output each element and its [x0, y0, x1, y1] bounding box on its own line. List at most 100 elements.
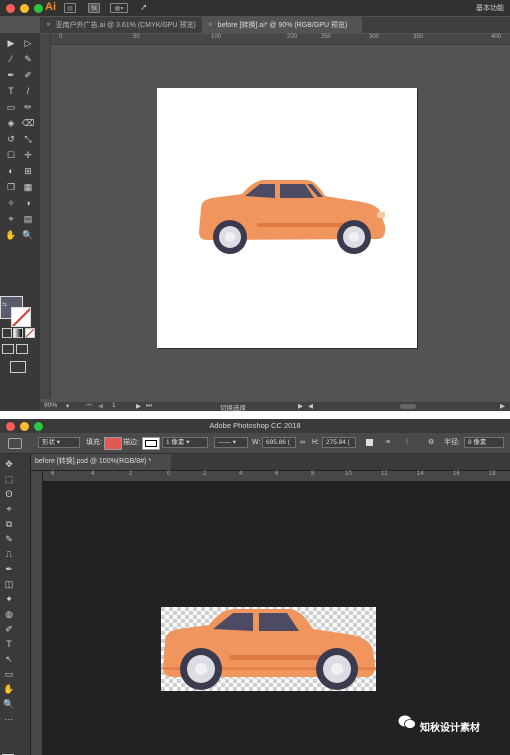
close-tab-icon[interactable]: × — [208, 20, 213, 29]
illustrator-tool-icon[interactable]: ▦ — [20, 181, 36, 193]
illustrator-tool-icon[interactable]: ⁄ — [3, 53, 19, 65]
illustrator-tool-icon[interactable]: ▷ — [20, 37, 36, 49]
stroke-width-field[interactable]: 1 像素 ▾ — [162, 437, 208, 448]
photoshop-tool-icon[interactable]: ◍ — [2, 608, 16, 620]
close-window-button[interactable] — [6, 422, 15, 431]
fill-color-swatch[interactable] — [104, 437, 122, 450]
first-page-icon[interactable]: ⏮ — [86, 402, 92, 410]
illustrator-tool-icon[interactable]: ❐ — [3, 181, 19, 193]
illustrator-tool-icon[interactable]: ✋ — [3, 229, 19, 241]
illustrator-artboard[interactable] — [157, 88, 417, 348]
shape-tool-icon[interactable] — [8, 438, 22, 449]
draw-behind-icon[interactable] — [16, 344, 28, 354]
tab-outdoor-ad[interactable]: × 亚南户外广告.ai @ 3.61% (CMYK/GPU 预览) — [40, 17, 200, 33]
settings-gear-icon[interactable]: ⚙ — [428, 437, 434, 448]
illustrator-tool-icon[interactable]: ▶ — [3, 37, 19, 49]
path-arrangement-icon[interactable]: ⁞ — [406, 437, 408, 448]
photoshop-tool-icon[interactable]: ⧉ — [2, 518, 16, 530]
illustrator-tool-icon[interactable]: ◑ — [20, 197, 36, 209]
arrange-documents-icon[interactable]: ▦▾ — [110, 3, 128, 13]
stroke-color-swatch[interactable] — [142, 437, 160, 450]
illustrator-tool-icon[interactable]: ✐ — [20, 69, 36, 81]
photoshop-tool-icon[interactable]: ✋ — [2, 683, 16, 695]
draw-normal-icon[interactable] — [2, 344, 14, 354]
scroll-right-icon[interactable]: ▶ — [500, 402, 505, 410]
status-tool-label[interactable]: 切换选择 — [220, 402, 246, 411]
page-number[interactable]: 1 — [112, 402, 116, 409]
vertical-ruler[interactable] — [40, 34, 51, 399]
none-mode-icon[interactable] — [25, 328, 35, 338]
illustrator-tool-icon[interactable]: ✛ — [20, 149, 36, 161]
illustrator-tool-icon[interactable]: ◐ — [3, 165, 19, 177]
horizontal-ruler[interactable]: 6 4 2 0 2 4 6 8 10 12 14 16 18 — [43, 471, 510, 481]
previous-page-icon[interactable]: ◀ — [98, 402, 103, 410]
photoshop-tool-icon[interactable]: ↖ — [2, 653, 16, 665]
tab-before-psd[interactable]: before [转换].psd @ 100%(RGB/8#) * — [31, 454, 171, 470]
illustrator-tool-icon[interactable]: ▤ — [20, 213, 36, 225]
color-mode-icon[interactable] — [2, 328, 12, 338]
stroke-type-select[interactable]: —— ▾ — [214, 437, 248, 448]
illustrator-tool-icon[interactable]: ◈ — [3, 117, 19, 129]
horizontal-ruler[interactable]: 0 50 100 200 250 300 350 400 — [51, 34, 510, 45]
photoshop-tool-icon[interactable]: ✐ — [2, 623, 16, 635]
vertical-ruler[interactable] — [31, 471, 42, 755]
workspace-switcher[interactable]: 基本功能 — [476, 3, 504, 13]
illustrator-tool-icon[interactable]: ↺ — [3, 133, 19, 145]
photoshop-tool-icon[interactable]: ⎍ — [2, 548, 16, 560]
tab-before-ai[interactable]: × before [转换].ai* @ 90% (RGB/GPU 预览) — [202, 17, 362, 33]
minimize-window-button[interactable] — [20, 4, 29, 13]
photoshop-tool-icon[interactable]: ▭ — [2, 668, 16, 680]
status-menu-icon[interactable]: ▶ — [298, 402, 303, 410]
photoshop-tool-icon[interactable]: ʘ — [2, 488, 16, 500]
screen-mode-icon[interactable] — [10, 361, 26, 373]
width-field[interactable]: 695.86 ( — [262, 437, 296, 448]
zoom-window-button[interactable] — [34, 4, 43, 13]
photoshop-tool-icon[interactable]: ✒ — [2, 563, 16, 575]
illustrator-tool-icon[interactable]: ⌫ — [20, 117, 36, 129]
shape-mode-select[interactable]: 形状 ▾ — [38, 437, 80, 448]
next-page-icon[interactable]: ▶ — [136, 402, 141, 410]
photoshop-tool-icon[interactable]: ✎ — [2, 533, 16, 545]
photoshop-tool-icon[interactable]: ✦ — [2, 593, 16, 605]
illustrator-tool-icon[interactable]: ☐ — [3, 149, 19, 161]
last-page-icon[interactable]: ⏭ — [146, 402, 152, 410]
stroke-color-swatch[interactable] — [11, 307, 31, 327]
zoom-window-button[interactable] — [34, 422, 43, 431]
photoshop-tool-icon[interactable]: ◫ — [2, 578, 16, 590]
horizontal-scrollbar-thumb[interactable] — [400, 404, 416, 409]
link-dimensions-icon[interactable]: ∞ — [300, 437, 305, 448]
stock-icon[interactable]: St — [88, 3, 100, 13]
home-icon[interactable]: ▤ — [64, 3, 76, 13]
illustrator-tool-icon[interactable]: 🔍 — [20, 229, 36, 241]
photoshop-tool-icon[interactable]: ⬚ — [2, 473, 16, 485]
illustrator-tool-icon[interactable]: T — [3, 85, 19, 97]
photoshop-tool-icon[interactable]: ✥ — [2, 458, 16, 470]
illustrator-tool-icon[interactable]: ✏ — [20, 101, 36, 113]
zoom-level[interactable]: 90% — [44, 402, 57, 409]
illustrator-tool-icon[interactable]: ⊞ — [20, 165, 36, 177]
illustrator-tool-icon[interactable]: ▭ — [3, 101, 19, 113]
radius-field[interactable]: 8 像素 — [464, 437, 504, 448]
send-icon[interactable]: ➚ — [140, 2, 148, 13]
scroll-left-icon[interactable]: ◀ — [308, 402, 313, 410]
illustrator-tool-icon[interactable]: / — [20, 85, 36, 97]
swap-colors-icon[interactable]: ⇆ — [2, 301, 7, 308]
photoshop-tool-icon[interactable]: ⌖ — [2, 503, 16, 515]
gradient-mode-icon[interactable] — [13, 328, 23, 338]
path-alignment-icon[interactable]: ≡ — [386, 437, 390, 448]
illustrator-tool-icon[interactable]: ✎ — [20, 53, 36, 65]
photoshop-tool-icon[interactable]: ··· — [2, 713, 16, 725]
illustrator-tool-icon[interactable]: ✧ — [3, 197, 19, 209]
minimize-window-button[interactable] — [20, 422, 29, 431]
path-operations-icon[interactable] — [366, 439, 373, 446]
illustrator-tool-icon[interactable]: ✒ — [3, 69, 19, 81]
height-field[interactable]: 275.84 ( — [322, 437, 356, 448]
illustrator-tool-icon[interactable]: ⤡ — [20, 133, 36, 145]
photoshop-tool-icon[interactable]: T — [2, 638, 16, 650]
zoom-dropdown-icon[interactable]: ▾ — [66, 402, 69, 410]
photoshop-tool-icon[interactable]: 🔍 — [2, 698, 16, 710]
photoshop-canvas[interactable] — [161, 607, 376, 691]
close-window-button[interactable] — [6, 4, 15, 13]
illustrator-tool-icon[interactable]: ⌖ — [3, 213, 19, 225]
close-tab-icon[interactable]: × — [46, 20, 51, 29]
